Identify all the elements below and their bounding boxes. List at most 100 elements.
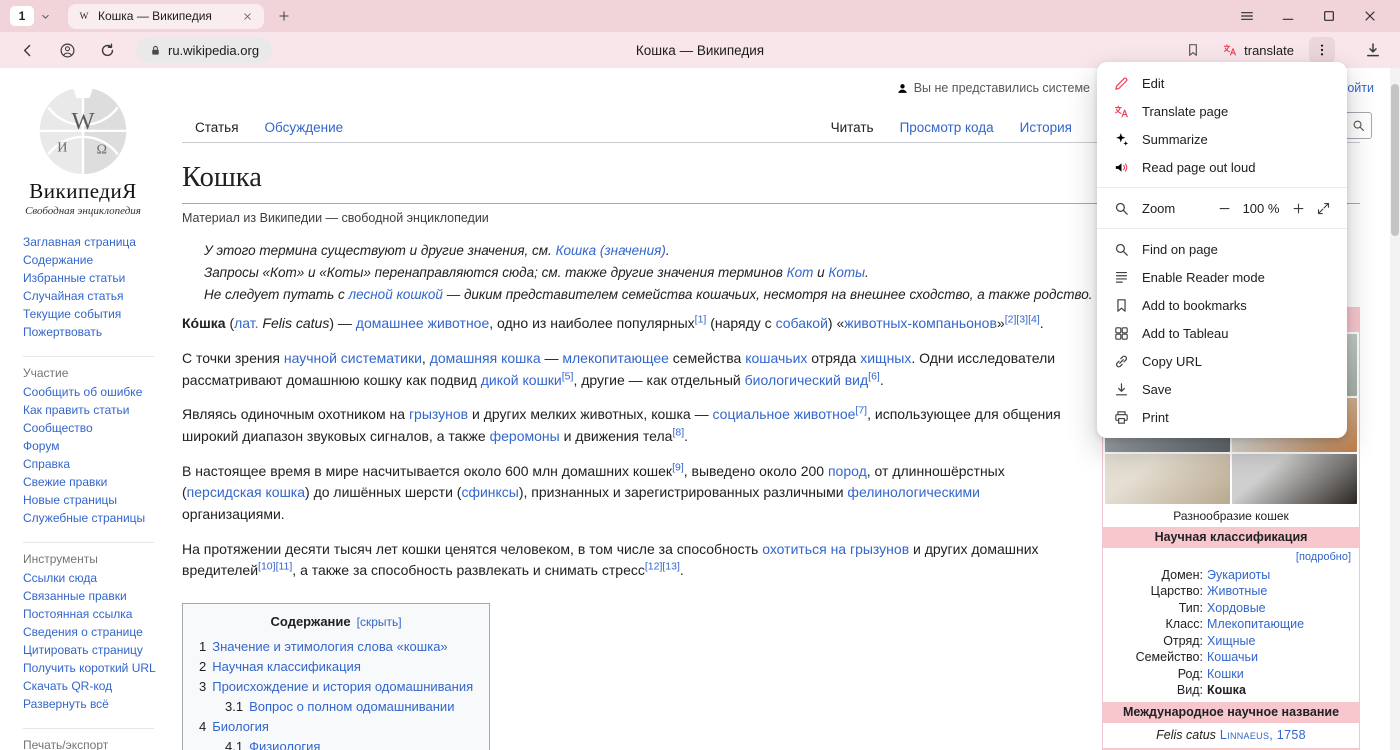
tab-close-button[interactable]	[240, 9, 255, 24]
toc-item[interactable]: 4Биология	[199, 717, 473, 737]
ref-link[interactable]: [8]	[672, 426, 684, 438]
maximize-button[interactable]	[1308, 0, 1349, 32]
sidebar-link[interactable]: Случайная статья	[23, 287, 160, 305]
bookmark-button[interactable]	[1179, 36, 1207, 64]
menu-item[interactable]: Find on page	[1097, 235, 1347, 263]
article-tab[interactable]: Обсуждение	[252, 113, 357, 142]
menu-item[interactable]: Add to Tableau	[1097, 319, 1347, 347]
window-close-button[interactable]	[1349, 0, 1390, 32]
wiki-link[interactable]: домашняя кошка	[430, 350, 541, 366]
tab-counter-button[interactable]: 1	[10, 6, 34, 26]
wiki-link[interactable]: социальное животное	[713, 406, 856, 422]
toc-item[interactable]: 2Научная классификация	[199, 657, 473, 677]
back-button[interactable]	[12, 35, 42, 65]
sidebar-link[interactable]: Связанные правки	[23, 587, 160, 605]
sidebar-link[interactable]: Развернуть всё	[23, 695, 160, 713]
wiki-link[interactable]: Млекопитающие	[1207, 617, 1304, 631]
toc-item[interactable]: 1Значение и этимология слова «кошка»	[199, 637, 473, 657]
wiki-link[interactable]: фелинологическими	[847, 484, 980, 500]
sidebar-link[interactable]: Заглавная страница	[23, 233, 160, 251]
sidebar-link[interactable]: Ссылки сюда	[23, 569, 160, 587]
toc-item[interactable]: 3.1Вопрос о полном одомашнивании	[199, 697, 473, 717]
wiki-link[interactable]: Кошачьи	[1207, 650, 1258, 664]
menu-item[interactable]: Summarize	[1097, 125, 1347, 153]
fullscreen-button[interactable]	[1315, 200, 1331, 216]
menu-item[interactable]: Print	[1097, 403, 1347, 431]
wiki-link[interactable]: персидская кошка	[187, 484, 305, 500]
ref-link[interactable]: [13]	[662, 561, 680, 573]
menu-item[interactable]: Save	[1097, 375, 1347, 403]
wiki-link[interactable]: лат.	[234, 315, 258, 331]
ref-link[interactable]: [9]	[672, 461, 684, 473]
wiki-link[interactable]: Эукариоты	[1207, 568, 1270, 582]
sidebar-link[interactable]: Сообщество	[23, 419, 160, 437]
downloads-button[interactable]	[1358, 35, 1388, 65]
wiki-link[interactable]: хищных	[860, 350, 911, 366]
sidebar-link[interactable]: Содержание	[23, 251, 160, 269]
ref-link[interactable]: [2]	[1005, 314, 1017, 326]
menu-item[interactable]: Enable Reader mode	[1097, 263, 1347, 291]
ref-link[interactable]: [5]	[562, 370, 574, 382]
article-tab[interactable]: Статья	[182, 113, 252, 142]
browser-tab[interactable]: Кошка — Википедия	[68, 4, 264, 29]
profile-button[interactable]	[52, 35, 82, 65]
sidebar-link[interactable]: Сообщить об ошибке	[23, 383, 160, 401]
sidebar-link[interactable]: Скачать QR-код	[23, 677, 160, 695]
toc-hide-link[interactable]: [скрыть]	[357, 615, 402, 629]
page-scrollbar[interactable]	[1390, 68, 1400, 750]
wiki-link[interactable]: Кошки	[1207, 667, 1244, 681]
ref-link[interactable]: [4]	[1028, 314, 1040, 326]
wiki-link[interactable]: Хордовые	[1207, 601, 1266, 615]
wikipedia-logo[interactable]: ВикипедиЯ Свободная энциклопедия	[0, 82, 166, 217]
wiki-link[interactable]: млекопитающее	[562, 350, 669, 366]
sidebar-link[interactable]: Служебные страницы	[23, 509, 160, 527]
sidebar-link[interactable]: Цитировать страницу	[23, 641, 160, 659]
ref-link[interactable]: [12]	[645, 561, 663, 573]
wiki-link[interactable]: биологический вид	[745, 372, 869, 388]
toc-item[interactable]: 3Происхождение и история одомашнивания	[199, 677, 473, 697]
wiki-link[interactable]: Кот	[787, 265, 814, 280]
wiki-link[interactable]: лесной кошкой	[349, 287, 443, 302]
ref-link[interactable]: [6]	[868, 370, 880, 382]
wiki-link[interactable]: Кошка (значения)	[556, 243, 666, 258]
menu-item[interactable]: Copy URL	[1097, 347, 1347, 375]
sidebar-link[interactable]: Справка	[23, 455, 160, 473]
ref-link[interactable]: [3]	[1016, 314, 1028, 326]
menu-item[interactable]: Edit	[1097, 69, 1347, 97]
new-tab-button[interactable]	[272, 4, 296, 28]
sidebar-link[interactable]: Как править статьи	[23, 401, 160, 419]
scrollbar-thumb[interactable]	[1391, 84, 1399, 236]
wiki-link[interactable]: Хищные	[1207, 634, 1255, 648]
ref-link[interactable]: [7]	[855, 405, 867, 417]
translate-button[interactable]: translate	[1216, 39, 1300, 61]
wiki-link[interactable]: домашнее животное	[356, 315, 489, 331]
details-link[interactable]: [подробно]	[1296, 551, 1351, 563]
sidebar-link[interactable]: Текущие события	[23, 305, 160, 323]
menu-item[interactable]: Add to bookmarks	[1097, 291, 1347, 319]
ref-link[interactable]: [10]	[258, 561, 276, 573]
wiki-link[interactable]: собакой	[776, 315, 828, 331]
ref-link[interactable]: [11]	[276, 561, 293, 573]
more-actions-button[interactable]	[1309, 37, 1335, 63]
wiki-link[interactable]: Коты	[828, 265, 865, 280]
ref-link[interactable]: [1]	[695, 314, 707, 326]
sidebar-link[interactable]: Форум	[23, 437, 160, 455]
wiki-link[interactable]: научной систематики	[284, 350, 422, 366]
cream-cat-photo[interactable]	[1105, 454, 1230, 504]
sidebar-link[interactable]: Постоянная ссылка	[23, 605, 160, 623]
sidebar-link[interactable]: Сведения о странице	[23, 623, 160, 641]
author-link[interactable]: Linnaeus, 1758	[1220, 728, 1306, 742]
sidebar-link[interactable]: Получить короткий URL	[23, 659, 160, 677]
view-tab[interactable]: История	[1007, 113, 1085, 142]
sidebar-link[interactable]: Пожертвовать	[23, 323, 160, 341]
menu-item[interactable]: Translate page	[1097, 97, 1347, 125]
browser-menu-button[interactable]	[1226, 0, 1267, 32]
wiki-link[interactable]: грызунов	[409, 406, 468, 422]
wiki-search-button[interactable]	[1345, 113, 1371, 138]
wiki-link[interactable]: кошачьих	[745, 350, 807, 366]
tab-list-chevron-button[interactable]	[36, 7, 54, 25]
minimize-button[interactable]	[1267, 0, 1308, 32]
wiki-link[interactable]: пород	[828, 463, 867, 479]
wiki-link[interactable]: животных-компаньонов	[844, 315, 997, 331]
wiki-link[interactable]: феромоны	[490, 428, 560, 444]
